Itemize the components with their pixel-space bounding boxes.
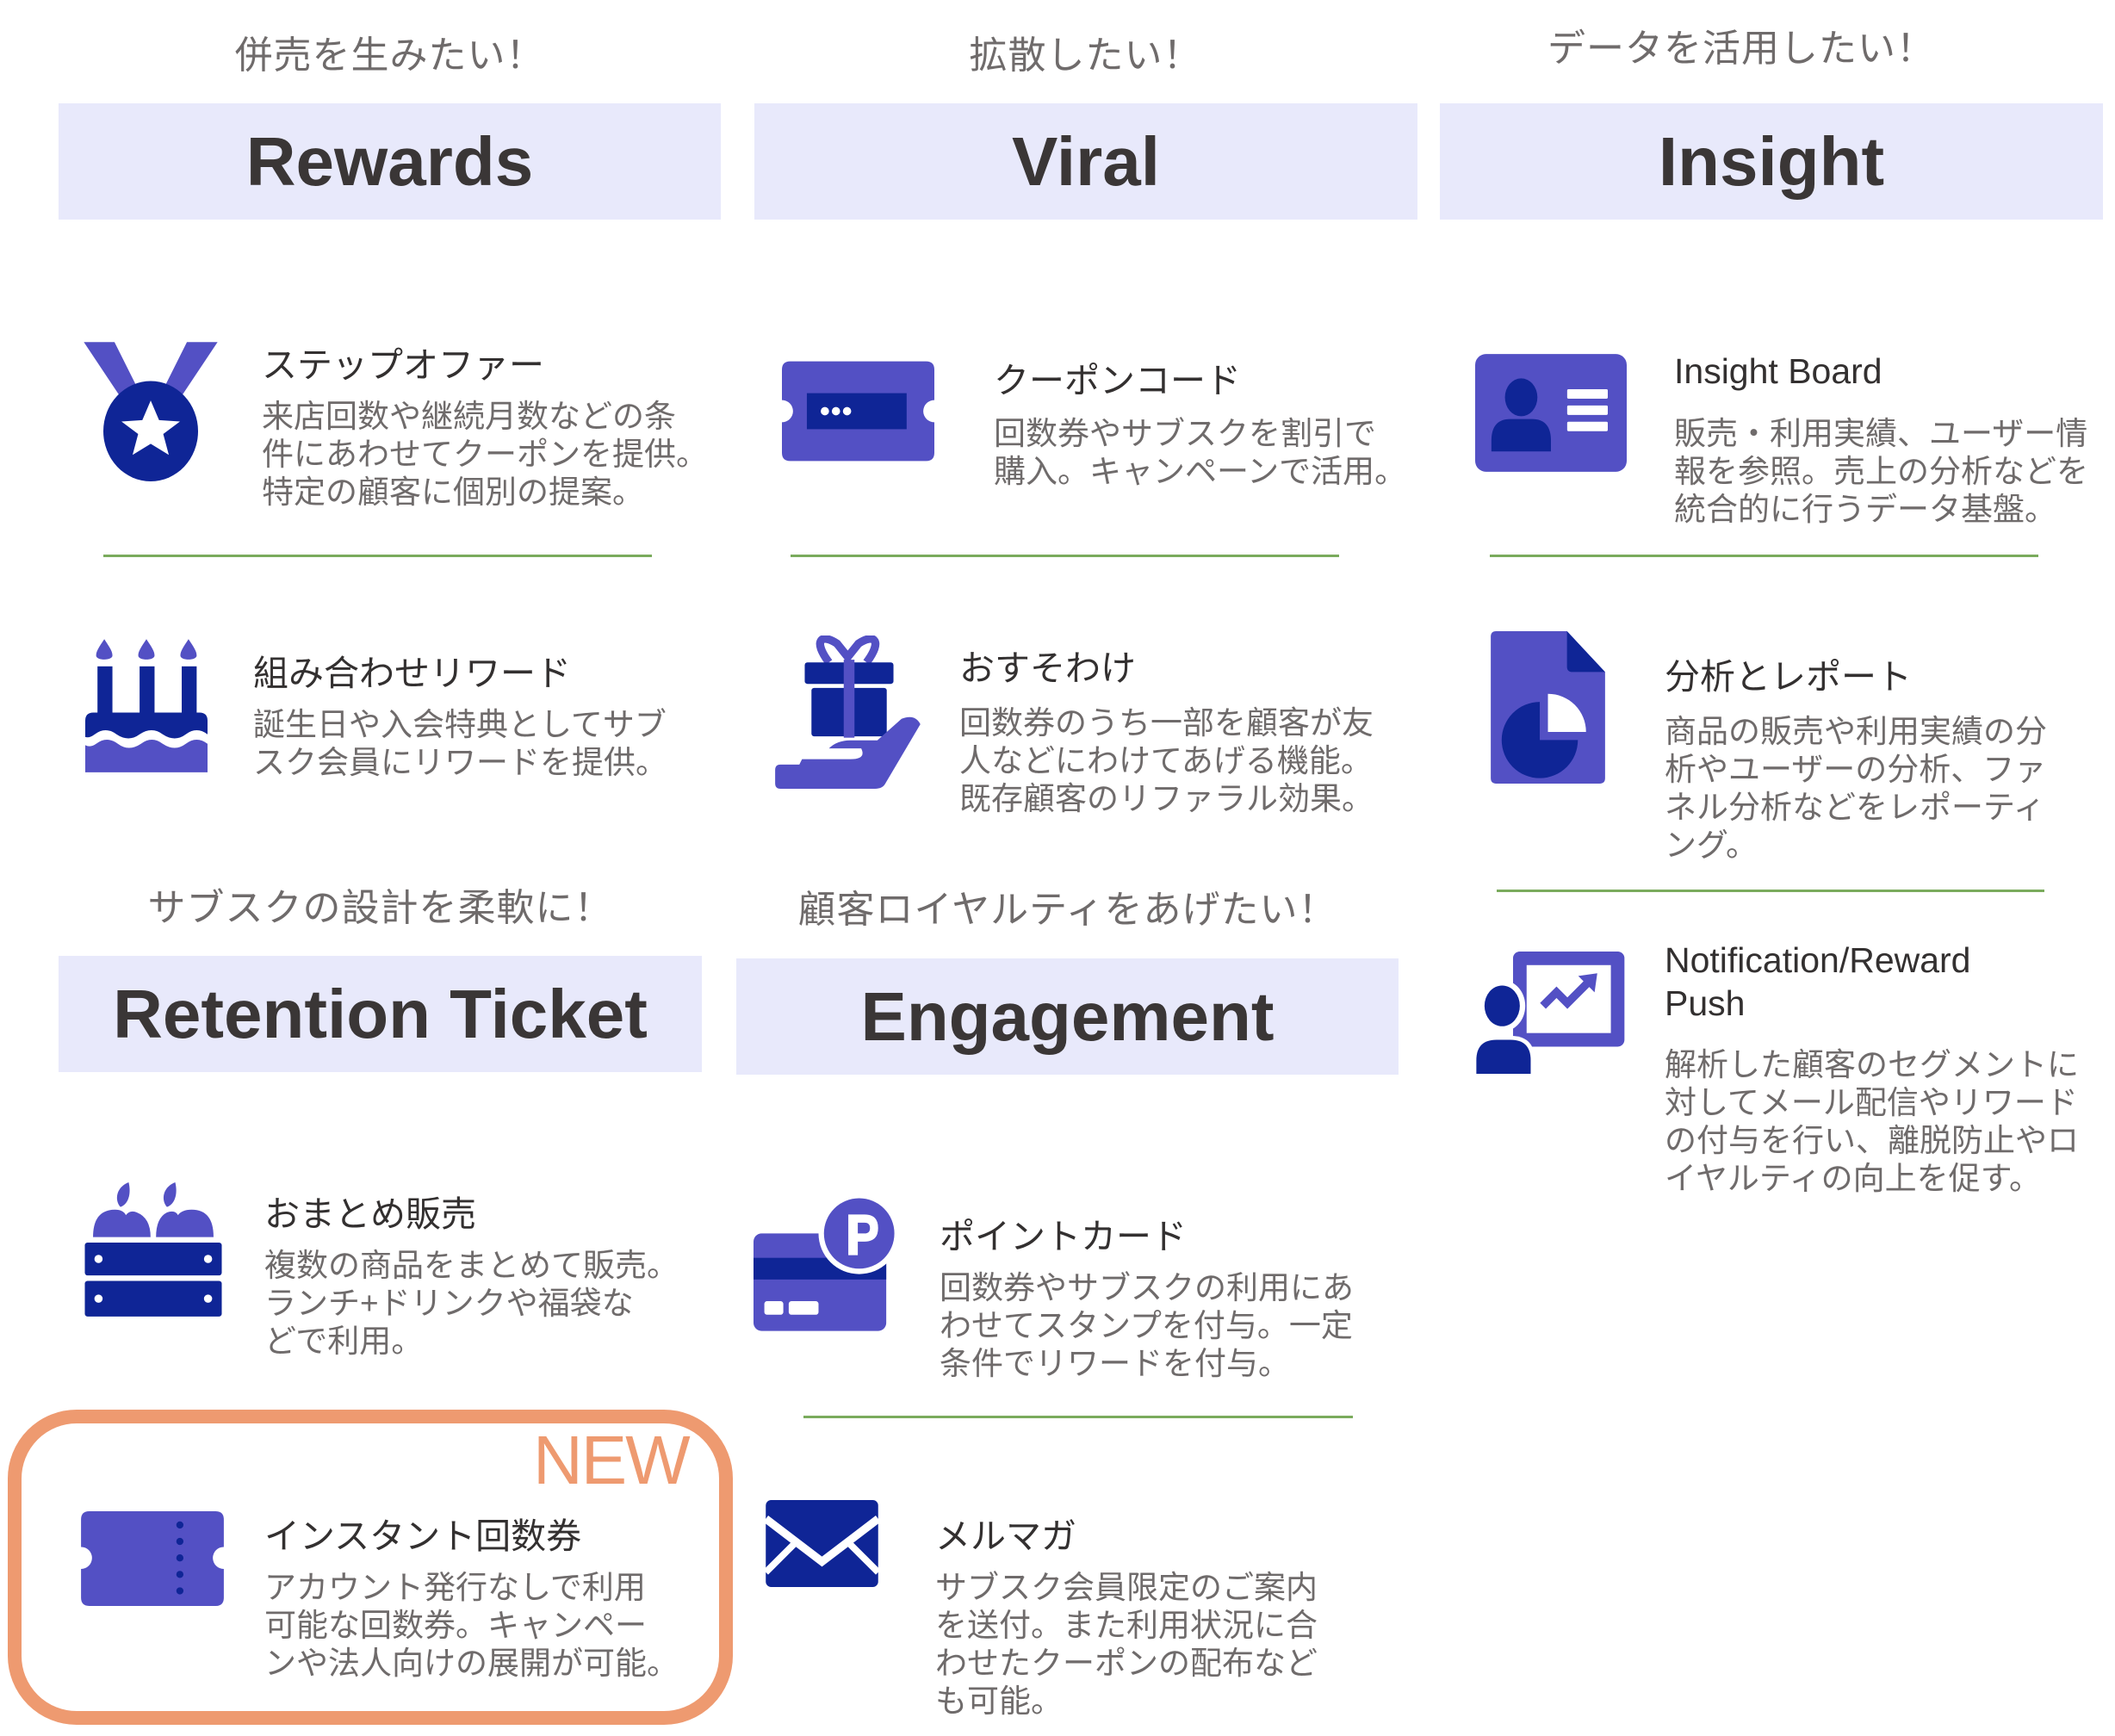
viral-divider [791, 555, 1339, 557]
item-desc-instant-ticket: アカウント発行なしで利用 可能な回数券。キャンペー ンや法人向けの展開が可能。 [264, 1570, 679, 1681]
item-desc-point-card: 回数券やサブスクの利用にあ わせてスタンプを付与。一定 条件でリワードを付与。 [940, 1270, 1354, 1381]
engagement-title: Engagement [860, 977, 1275, 1055]
item-desc-newsletter: サブスク会員限定のご案内 を送付。また利用状況に合 わせたクーポンの配布など も… [935, 1570, 1318, 1719]
item-title-bundle-sale: おまとめ販売 [264, 1194, 476, 1234]
coupon-ticket-icon [782, 361, 934, 462]
item-desc-step-offer: 来店回数や継続月数などの条 件にあわせてクーポンを提供。 特定の顧客に個別の提案… [262, 399, 708, 510]
item-title-analysis-report: 分析とレポート [1665, 657, 1912, 697]
point-card-icon [754, 1195, 902, 1331]
item-title-step-offer: ステップオファー [262, 345, 544, 385]
rewards-caption: 併売を生みたい！ [234, 34, 545, 77]
item-title-combo-reward: 組み合わせリワード [253, 654, 571, 693]
pie-chart-document-icon [1491, 631, 1605, 784]
rewards-divider [103, 555, 652, 557]
item-title-notification-push-line2: Push [1665, 983, 1746, 1023]
insight-divider-1 [1490, 555, 2038, 557]
mail-envelope-icon [766, 1500, 878, 1587]
item-title-notification-push-line1: Notification/Reward [1665, 940, 1971, 980]
item-desc-bundle-sale: 複数の商品をまとめて販売。 ランチ+ドリンクや福袋な どで利用。 [264, 1248, 679, 1359]
new-badge: NEW [533, 1422, 691, 1498]
engagement-caption: 顧客ロイヤルティをあげたい！ [797, 889, 1337, 931]
insight-title: Insight [1658, 122, 1885, 200]
medal-icon [81, 339, 220, 481]
item-title-notification-push: Notification/Reward Push [1665, 939, 1971, 1025]
item-title-point-card: ポイントカード [940, 1217, 1187, 1256]
item-title-osusowake: おすそわけ [959, 648, 1136, 688]
profile-card-icon [1475, 354, 1627, 472]
rewards-header: Rewards [59, 103, 721, 220]
item-title-newsletter: メルマガ [935, 1516, 1076, 1556]
item-desc-coupon-code: 回数券やサブスクを割引で 購入。キャンペーンで活用。 [994, 416, 1407, 489]
presentation-user-icon [1472, 952, 1625, 1074]
insight-divider-2 [1497, 890, 2044, 892]
birthday-cake-icon [85, 636, 208, 773]
retention-header: Retention Ticket [59, 956, 702, 1072]
item-title-insight-board: Insight Board [1674, 351, 1882, 391]
rewards-title: Rewards [245, 122, 534, 200]
item-desc-osusowake: 回数券のうち一部を顧客が友 人などにわけてあげる機能。 既存顧客のリファラル効果… [959, 705, 1374, 816]
viral-caption: 拡散したい！ [969, 34, 1202, 77]
item-desc-notification-push: 解析した顧客のセグメントに 対してメール配信やリワード の付与を行い、離脱防止や… [1665, 1047, 2079, 1196]
item-desc-analysis-report: 商品の販売や利用実績の分 析やユーザーの分析、ファ ネル分析などをレポーティ ン… [1665, 714, 2047, 863]
engagement-divider [803, 1416, 1353, 1418]
fruit-crate-icon [84, 1182, 222, 1319]
item-desc-combo-reward: 誕生日や入会特典としてサブ スク会員にリワードを提供。 [253, 707, 667, 780]
item-title-coupon-code: クーポンコード [994, 361, 1241, 400]
viral-title: Viral [1012, 122, 1160, 200]
gift-hand-icon [775, 636, 923, 789]
item-desc-insight-board: 販売・利用実績、ユーザー情 報を参照。売上の分析などを 統合的に行うデータ基盤。 [1674, 416, 2088, 527]
insight-header: Insight [1440, 103, 2103, 220]
viral-header: Viral [754, 103, 1417, 220]
engagement-header: Engagement [736, 958, 1399, 1075]
item-title-instant-ticket: インスタント回数券 [264, 1516, 582, 1556]
retention-title: Retention Ticket [113, 975, 648, 1052]
retention-caption: サブスクの設計を柔軟に！ [147, 887, 613, 929]
insight-caption: データを活用したい！ [1547, 28, 1935, 70]
instant-ticket-icon [81, 1511, 224, 1606]
